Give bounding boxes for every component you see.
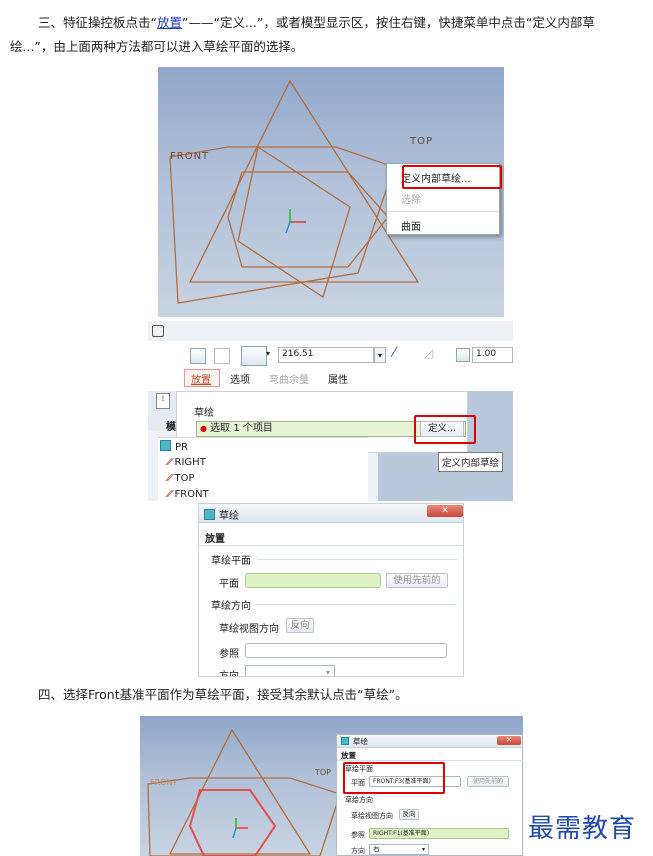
remove-material-icon[interactable]: ◿ (424, 346, 433, 360)
label-front: FRONT (170, 151, 210, 162)
close-icon[interactable]: ✕ (497, 736, 521, 745)
direction-dropdown[interactable]: ▾ (245, 665, 335, 677)
solid-toggle-icon[interactable] (190, 348, 206, 364)
depth-dropdown-icon[interactable]: ▾ (266, 349, 270, 358)
tree-item-front[interactable]: ⁄⁄ FRONT (168, 489, 209, 500)
depth-dropdown-arrow[interactable]: ▾ (374, 347, 386, 363)
highlight-frame (402, 165, 502, 189)
step3-line2: 绘...”，由上面两种方法都可以进入草绘平面的选择。 (10, 39, 304, 54)
chevron-down-icon: ▾ (421, 846, 425, 853)
use-previous-button[interactable]: 使用先前的 (386, 573, 448, 588)
plane-label: 平面 (219, 579, 239, 590)
axis-z (232, 827, 237, 839)
reference-field[interactable] (245, 643, 447, 658)
dialog-tab-placement[interactable]: 放置 (205, 530, 225, 545)
thickness-field[interactable]: 1.00 (472, 347, 513, 363)
chevron-down-icon: ▾ (325, 668, 330, 677)
define-highlight-frame (414, 415, 476, 444)
datum-hex-plane (227, 171, 389, 268)
section-divider (257, 604, 457, 605)
thicken-icon[interactable] (456, 348, 470, 362)
tree-item-right[interactable]: ⁄⁄ RIGHT (168, 457, 206, 468)
model-viewport-2[interactable]: FRONT TOP 草绘 ✕ 放置 草绘平面 平面 FRONT:F3(基准平面)… (140, 716, 523, 856)
direction-label: 方向 (219, 671, 239, 677)
dialog-title-2: 草绘 (341, 736, 368, 747)
section-divider (257, 559, 457, 560)
tree-root[interactable]: PR (160, 440, 188, 453)
reference-label: 参照 (219, 649, 239, 660)
tab-divider (199, 545, 463, 546)
watermark: 最需教育 (528, 814, 637, 844)
tab-properties[interactable]: 属性 (328, 371, 348, 386)
plane-highlight-frame (343, 762, 445, 794)
datum-plane-icon: ⁄⁄ (168, 473, 172, 484)
tab-placement[interactable]: 放置 (191, 371, 211, 386)
tree-item-top[interactable]: ⁄⁄ TOP (168, 473, 195, 484)
reverse-button-2[interactable]: 反向 (399, 809, 419, 820)
depth-option-icon[interactable] (241, 346, 267, 366)
error-dot-icon: ● (200, 424, 207, 433)
plane-field[interactable] (245, 573, 381, 588)
datum-triangle (168, 728, 312, 855)
section-sketch-plane: 草绘平面 (211, 556, 251, 567)
close-icon[interactable]: ✕ (427, 505, 463, 517)
use-previous-button-2[interactable]: 使用先前的 (467, 776, 509, 787)
surface-toggle-icon[interactable] (214, 348, 230, 364)
placement-panel-title: 草绘 (194, 408, 214, 419)
placement-link[interactable]: 放置 (157, 15, 182, 30)
tab-options[interactable]: 选项 (230, 371, 250, 386)
model-viewport-1[interactable]: FRONT TOP 定义内部草绘... 选除 曲面 (158, 67, 504, 317)
tab-bend-allowance[interactable]: 弯曲余量 (269, 371, 309, 386)
tab-divider (337, 760, 523, 761)
sketch-dialog: 草绘 ✕ 放置 草绘平面 平面 使用先前的 草绘方向 草绘视图方向 反向 参照 … (198, 503, 464, 677)
dialog-icon (204, 509, 215, 520)
datum-front-plane (169, 146, 395, 304)
direction-dropdown-2[interactable]: 右 ▾ (369, 844, 429, 855)
flip-icon[interactable]: ⁄ (393, 345, 395, 361)
datum-front-selected (188, 789, 277, 856)
label-top-2: TOP (315, 768, 332, 777)
sketch-dialog-2: 草绘 ✕ 放置 草绘平面 平面 FRONT:F3(基准平面) 使用先前的 草绘方… (336, 734, 523, 856)
model-tree-icon[interactable]: ⁞ (156, 393, 170, 409)
define-tooltip: 定义内部草绘 (438, 452, 504, 472)
step3-line1: 三、特征操控板点击“放置”——“定义...”，或者模型显示区，按住右键，快捷菜单… (38, 15, 595, 30)
direction-label-2: 方向 (351, 847, 365, 855)
resize-icon (152, 325, 164, 337)
dialog-icon (341, 737, 349, 745)
label-front-2: FRONT (150, 778, 178, 787)
step4-text: 四、选择Front基准平面作为草绘平面，接受其余默认点击“草绘”。 (38, 687, 408, 702)
axis-z (285, 221, 291, 234)
view-direction-label: 草绘视图方向 (219, 624, 279, 635)
menu-item-surface[interactable]: 曲面 (387, 211, 499, 236)
view-direction-label-2: 草绘视图方向 (351, 812, 393, 820)
reference-field-2[interactable]: RIGHT:F1(基准平面) (369, 828, 509, 839)
depth-value-field[interactable]: 216.51 (278, 347, 374, 363)
datum-plane-icon: ⁄⁄ (168, 457, 172, 468)
reverse-button[interactable]: 反向 (286, 618, 314, 633)
part-icon (160, 440, 171, 451)
datum-plane-icon: ⁄⁄ (168, 489, 172, 500)
section-sketch-orientation-2: 草绘方向 (345, 796, 373, 804)
section-sketch-orientation: 草绘方向 (211, 601, 251, 612)
reference-label-2: 参照 (351, 831, 365, 839)
feature-dashboard: ▾ 216.51 ▾ ⁄ ◿ 1.00 放置 选项 弯曲余量 属性 ⁞ 模型 草… (148, 321, 513, 501)
datum-triangle (188, 79, 420, 283)
dialog-title: 草绘 (204, 507, 239, 522)
menu-item-select[interactable]: 选除 (387, 188, 499, 209)
label-top: TOP (410, 136, 434, 147)
